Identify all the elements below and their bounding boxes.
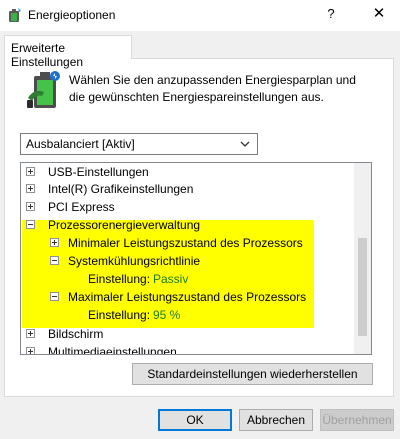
help-button[interactable]: ? [318,2,344,26]
power-plan-select[interactable]: Ausbalanciert [Aktiv] [20,133,258,155]
tree-item-label: Intel(R) Grafikeinstellungen [48,182,194,196]
setting-value[interactable]: Passiv [153,270,188,288]
power-options-icon [9,8,21,22]
expand-icon[interactable] [26,184,35,193]
tree-item-label: USB-Einstellungen [48,165,149,179]
cancel-button[interactable]: Abbrechen [239,409,313,431]
tree-item-label: Minimaler Leistungszustand des Prozessor… [68,236,303,250]
expand-icon[interactable] [26,167,35,176]
window-title: Energieoptionen [28,8,116,22]
expand-icon[interactable] [50,238,59,247]
expand-icon[interactable] [26,202,35,211]
close-button[interactable]: ✕ [366,2,392,26]
settings-tree[interactable]: USB-Einstellungen Intel(R) Grafikeinstel… [20,162,372,355]
collapse-icon[interactable] [50,256,59,265]
restore-defaults-button[interactable]: Standardeinstellungen wiederherstellen [132,363,373,385]
tree-item-label: Multimediaeinstellungen [48,345,177,355]
setting-label: Einstellung: [88,272,151,286]
setting-label: Einstellung: [88,308,151,322]
tab-label: Erweiterte Einstellungen [11,41,84,69]
apply-button[interactable]: Übernehmen [320,409,394,431]
tree-item-label: Maximaler Leistungszustand des Prozessor… [68,290,307,304]
vertical-scrollbar[interactable] [354,163,371,354]
setting-value[interactable]: 95 % [153,306,180,324]
tree-item-label: Bildschirm [48,327,104,341]
ok-button[interactable]: OK [158,409,232,431]
battery-plan-icon [27,71,60,108]
title-bar: Energieoptionen ? ✕ [0,0,400,31]
expand-icon[interactable] [26,347,35,354]
scrollbar-thumb[interactable] [358,238,367,336]
power-plan-value: Ausbalanciert [Aktiv] [26,137,135,151]
tree-item-label: Systemkühlungsrichtlinie [68,254,201,268]
chevron-down-icon [240,141,250,147]
collapse-icon[interactable] [26,220,35,229]
plan-description: Wählen Sie den anzupassenden Energiespar… [69,73,356,104]
collapse-icon[interactable] [50,292,59,301]
tree-item-label: PCI Express [48,200,115,214]
tab-advanced-settings[interactable]: Erweiterte Einstellungen [4,35,132,69]
tree-item-label: Prozessorenergieverwaltung [48,218,201,232]
expand-icon[interactable] [26,329,35,338]
